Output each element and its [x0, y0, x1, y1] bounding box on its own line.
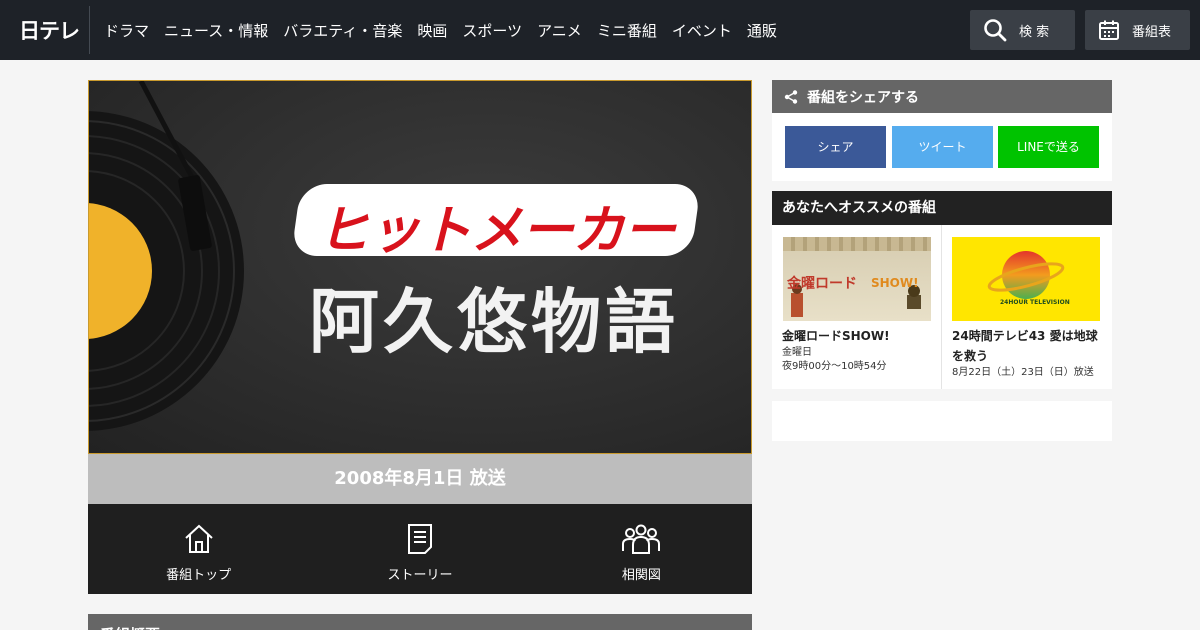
recommend-item[interactable]: 金曜ロード SHOW! 金曜ロードSHOW! 金曜日 夜9時00分～10時54分 [772, 225, 942, 389]
search-icon [984, 19, 1007, 42]
overview-heading: 番組概要 [88, 614, 752, 630]
tab-program-top[interactable]: 番組トップ [88, 504, 309, 594]
document-icon [407, 524, 432, 554]
nav-item-anime[interactable]: アニメ [537, 20, 582, 41]
people-icon [622, 524, 661, 554]
search-label: 検 索 [1019, 24, 1050, 40]
hero-subtitle: 阿久悠物語 [309, 280, 679, 363]
recommend-day: 金曜日 [782, 347, 812, 358]
hero-title: ヒットメーカー [317, 201, 675, 261]
tab-label: 相関図 [621, 568, 661, 583]
share-panel: シェア ツイート LINEで送る [772, 113, 1112, 181]
thumbnail-logo-text: 24HOUR TELEVISION [1000, 299, 1070, 306]
share-heading-text: 番組をシェアする [807, 89, 919, 106]
nav-item-drama[interactable]: ドラマ [104, 20, 149, 41]
program-key-visual: ヒットメーカー 阿久悠物語 [88, 80, 752, 454]
home-icon [184, 524, 213, 553]
nav-item-news[interactable]: ニュース・情報 [164, 20, 268, 41]
genre-nav: ドラマ ニュース・情報 バラエティ・音楽 映画 スポーツ アニメ ミニ番組 イベ… [104, 0, 792, 60]
twitter-tweet-button[interactable]: ツイート [892, 126, 993, 168]
program-tabs: 番組トップ ストーリー 相関図 [88, 504, 752, 594]
nav-item-movie[interactable]: 映画 [417, 20, 447, 41]
recommend-title: 金曜ロードSHOW! [782, 329, 890, 343]
site-header: 日テレ ドラマ ニュース・情報 バラエティ・音楽 映画 スポーツ アニメ ミニ番… [0, 0, 1200, 60]
tab-story[interactable]: ストーリー [309, 504, 530, 594]
schedule-label: 番組表 [1132, 24, 1172, 40]
recommend-airdate: 8月22日（土）23日（日）放送 [952, 367, 1094, 378]
facebook-share-button[interactable]: シェア [785, 126, 886, 168]
recommend-time: 夜9時00分～10時54分 [782, 361, 887, 372]
tab-relationship[interactable]: 相関図 [531, 504, 752, 594]
recommend-title: 24時間テレビ43 愛は地球を救う [952, 329, 1098, 363]
sidebar-empty-panel [772, 401, 1112, 441]
nav-item-sports[interactable]: スポーツ [462, 20, 522, 41]
nav-item-mini[interactable]: ミニ番組 [597, 20, 657, 41]
recommend-heading: あなたへオススメの番組 [772, 191, 1112, 225]
thumbnail-logo-show: SHOW! [871, 276, 919, 290]
search-button[interactable]: 検 索 [970, 10, 1075, 50]
schedule-button[interactable]: 番組表 [1085, 10, 1190, 50]
nav-item-event[interactable]: イベント [672, 20, 732, 41]
tab-label: ストーリー [387, 568, 453, 583]
tab-label: 番組トップ [166, 568, 232, 583]
calendar-icon [1099, 20, 1119, 40]
header-divider [89, 6, 90, 54]
share-icon [784, 89, 798, 104]
recommend-list: 金曜ロード SHOW! 金曜ロードSHOW! 金曜日 夜9時00分～10時54分… [772, 225, 1112, 389]
earth-logo [987, 251, 1065, 299]
air-date: 2008年8月1日 放送 [88, 454, 752, 504]
line-send-button[interactable]: LINEで送る [998, 126, 1099, 168]
thumbnail-logo-text: 金曜ロード [787, 276, 857, 292]
24hour-tv-thumbnail: 24HOUR TELEVISION [952, 237, 1100, 321]
nav-item-shop[interactable]: 通販 [747, 20, 777, 41]
logo-text: 日テレ [19, 19, 80, 43]
recommend-item[interactable]: 24HOUR TELEVISION 24時間テレビ43 愛は地球を救う 8月22… [942, 225, 1112, 389]
share-heading: 番組をシェアする [772, 80, 1112, 113]
kinyo-road-show-thumbnail: 金曜ロード SHOW! [783, 237, 931, 321]
hero-title-badge: ヒットメーカー [290, 184, 702, 261]
nav-item-variety[interactable]: バラエティ・音楽 [283, 20, 402, 41]
ntv-logo[interactable]: 日テレ [19, 17, 80, 43]
